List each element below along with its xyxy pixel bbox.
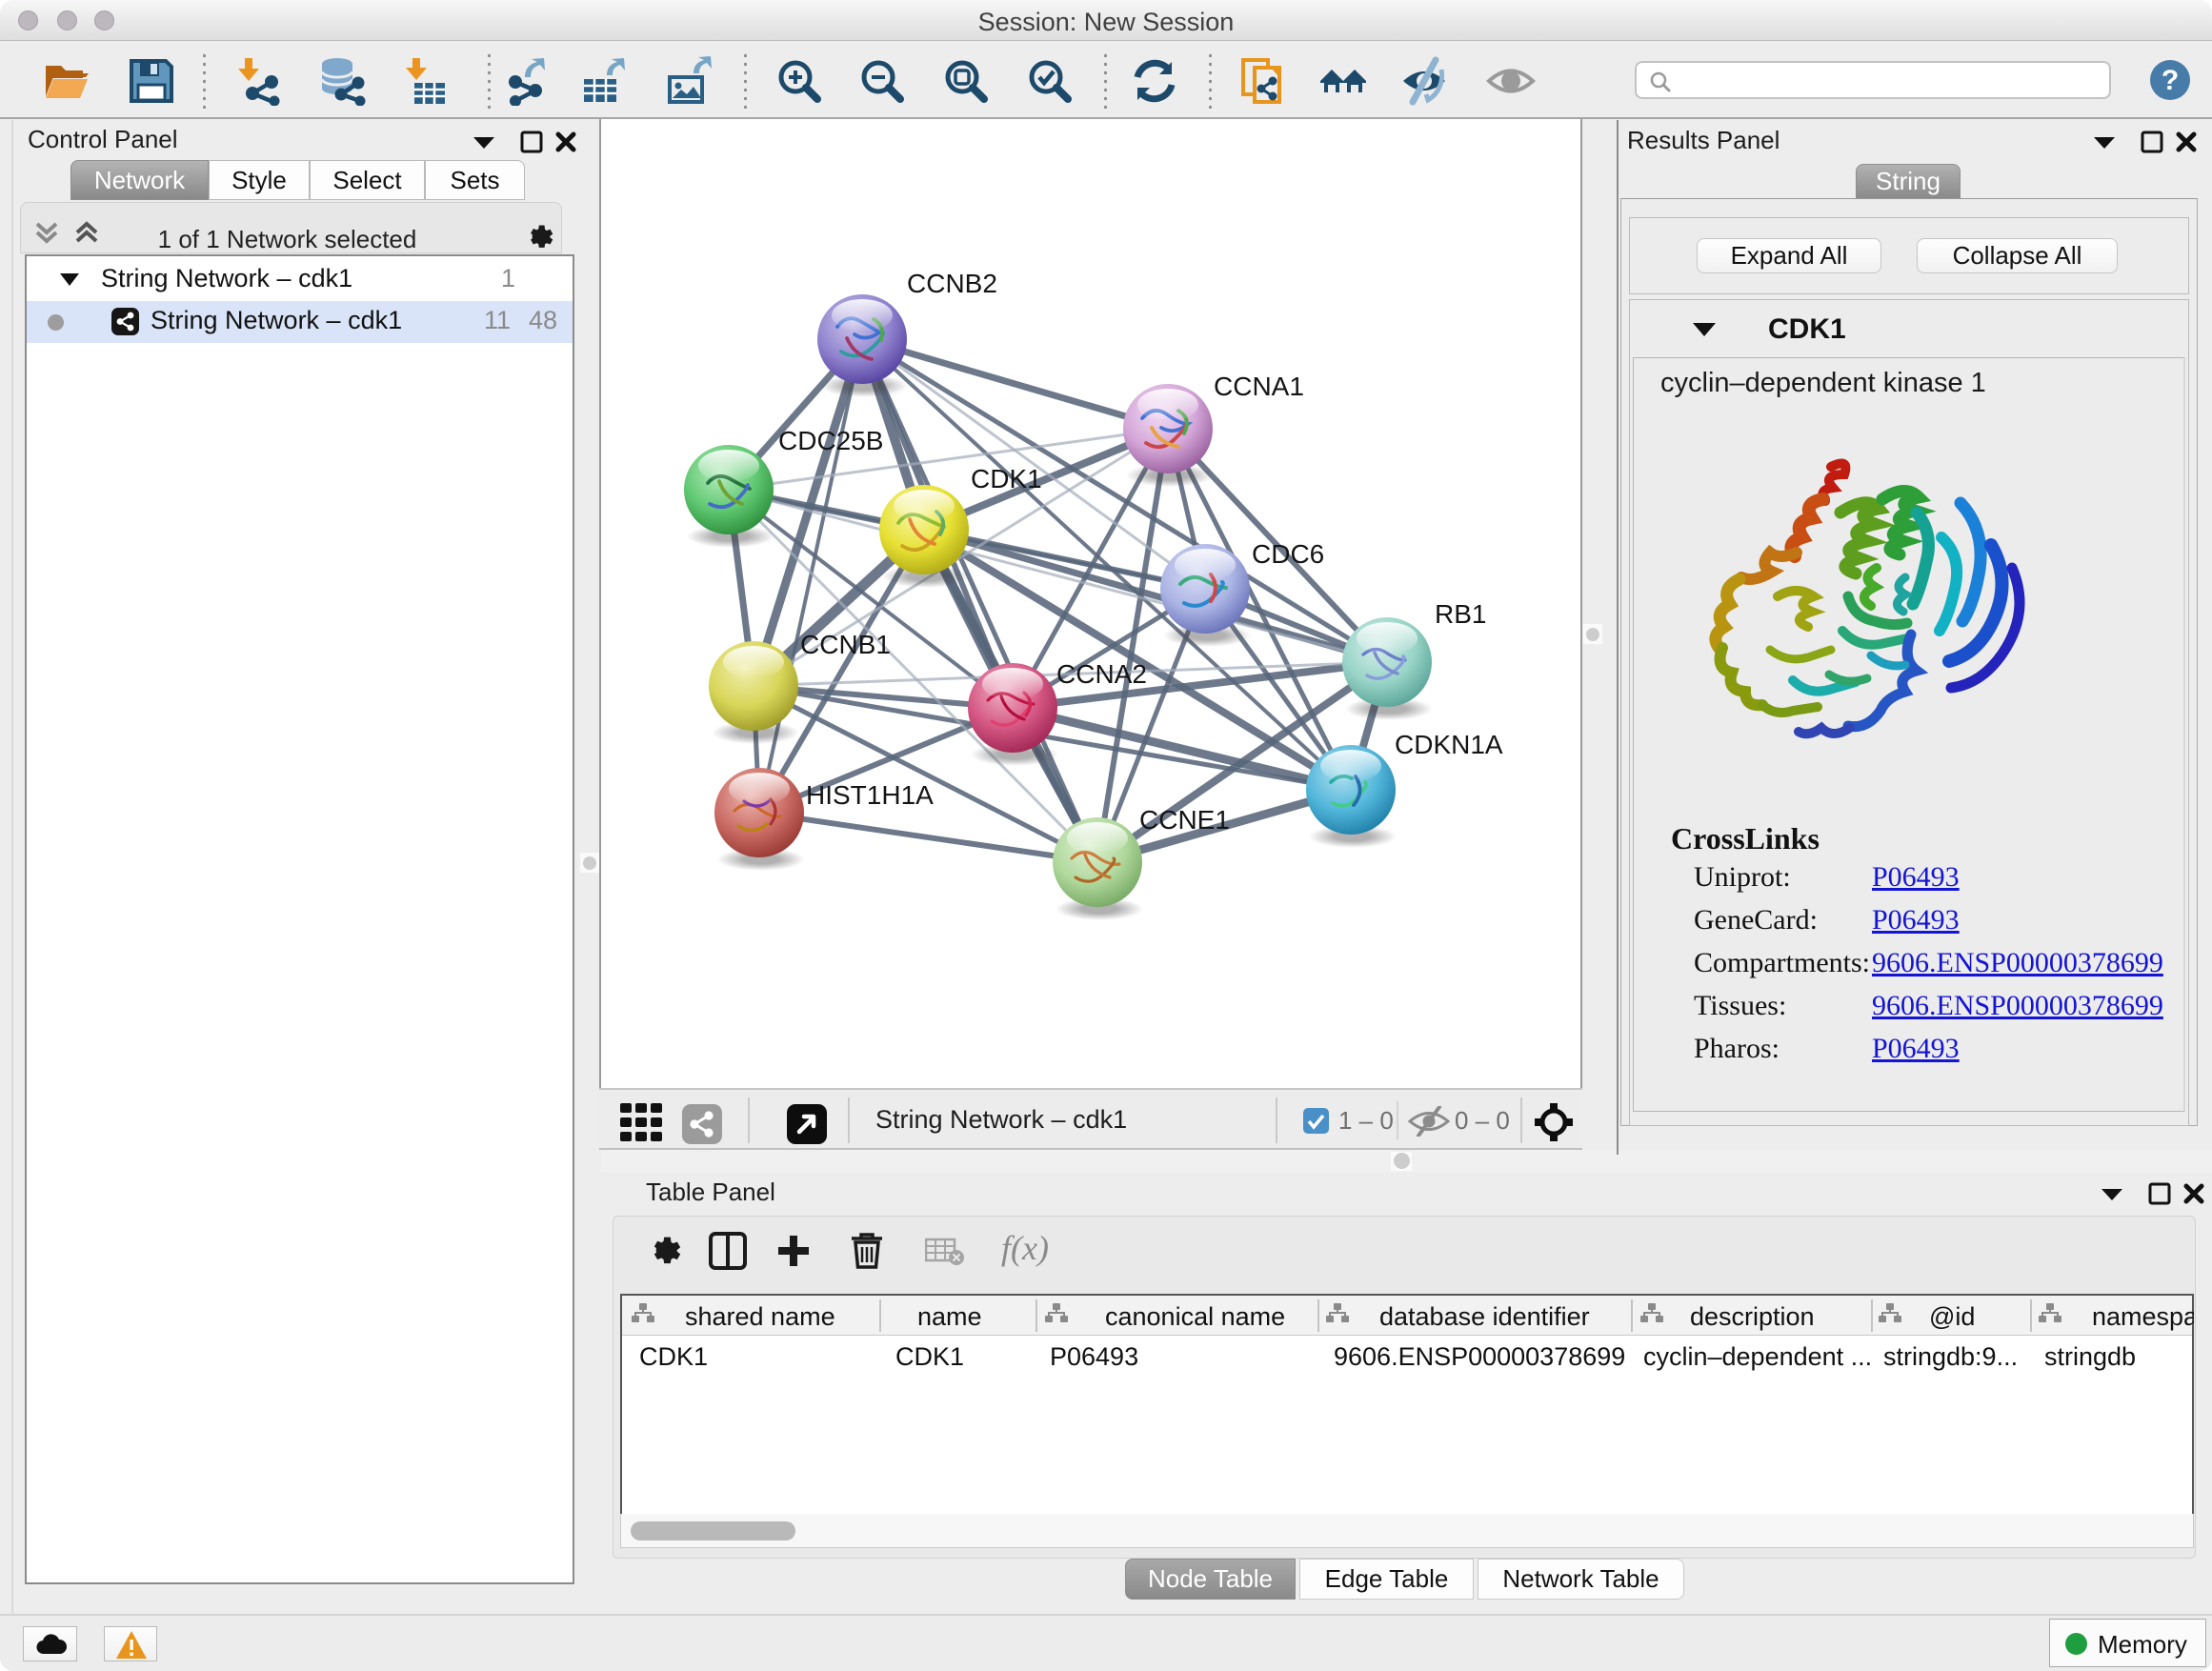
svg-text:CDKN1A: CDKN1A xyxy=(1395,730,1503,759)
svg-text:CDK1: CDK1 xyxy=(971,464,1042,493)
svg-text:CCNE1: CCNE1 xyxy=(1139,805,1230,835)
svg-text:CCNB1: CCNB1 xyxy=(800,630,891,659)
svg-text:CCNA2: CCNA2 xyxy=(1056,659,1147,689)
svg-text:CCNA1: CCNA1 xyxy=(1214,372,1304,401)
svg-text:CDC6: CDC6 xyxy=(1252,539,1324,569)
svg-text:HIST1H1A: HIST1H1A xyxy=(806,780,934,810)
svg-text:RB1: RB1 xyxy=(1435,599,1486,629)
svg-text:?: ? xyxy=(2162,65,2179,96)
svg-text:CDC25B: CDC25B xyxy=(778,426,883,455)
svg-text:CCNB2: CCNB2 xyxy=(907,269,997,298)
